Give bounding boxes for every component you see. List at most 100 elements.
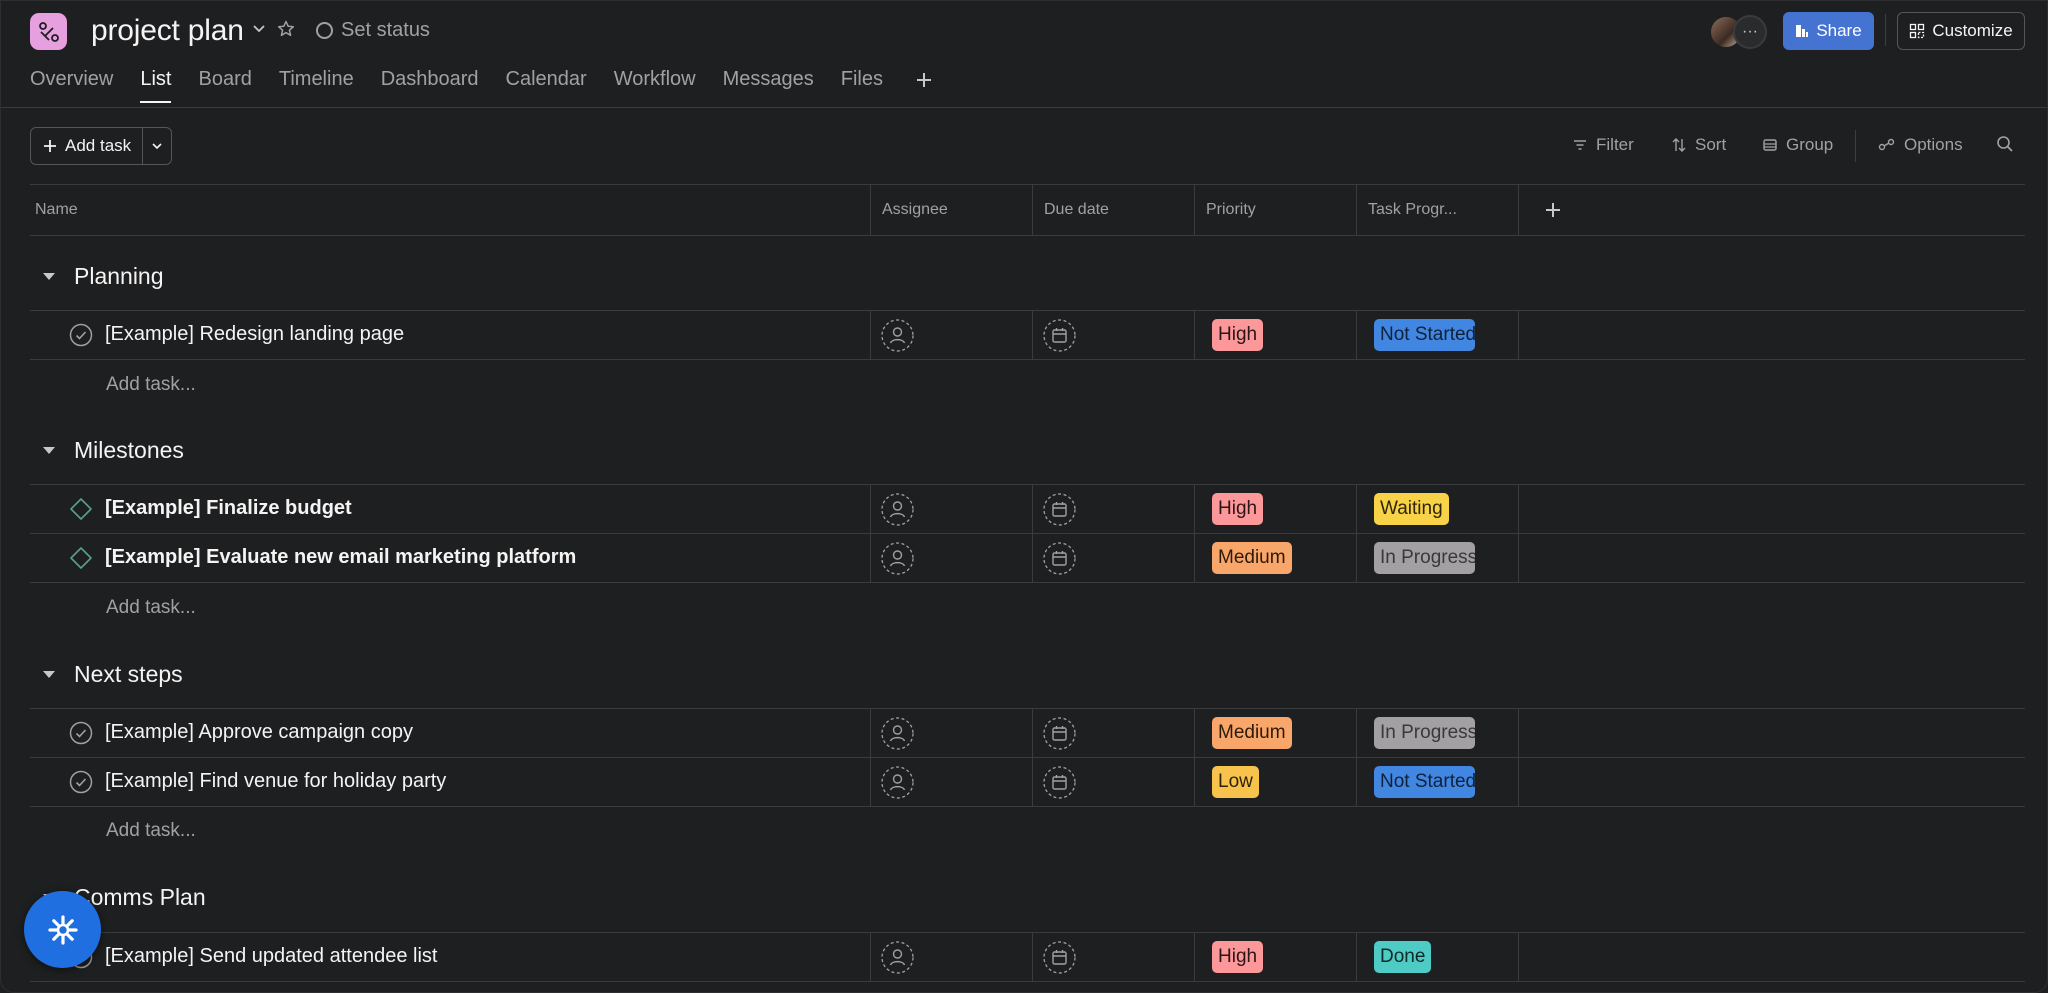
project-title[interactable]: project plan xyxy=(91,14,244,48)
cell-divider xyxy=(1194,485,1195,533)
section-title-planning[interactable]: Planning xyxy=(74,263,164,290)
tab-files[interactable]: Files xyxy=(841,68,883,103)
priority-badge[interactable]: Medium xyxy=(1212,542,1292,574)
progress-badge[interactable]: In Progress xyxy=(1374,542,1475,574)
calendar-icon[interactable] xyxy=(1043,542,1076,575)
add-column-icon[interactable] xyxy=(1542,199,1564,221)
tab-board[interactable]: Board xyxy=(198,68,251,103)
add-task-group: Add task xyxy=(30,127,173,165)
column-due-date[interactable]: Due date xyxy=(1032,185,1194,235)
priority-badge[interactable]: Medium xyxy=(1212,717,1292,749)
star-icon[interactable] xyxy=(276,19,296,39)
top-bar: project plan Set status ··· Share Custom… xyxy=(0,0,2048,62)
tab-overview[interactable]: Overview xyxy=(30,68,113,103)
members-avatars[interactable]: ··· xyxy=(1709,15,1769,49)
tab-timeline[interactable]: Timeline xyxy=(279,68,354,103)
group-label: Group xyxy=(1786,135,1834,154)
set-status-button[interactable]: Set status xyxy=(316,19,430,42)
add-task-dropdown[interactable] xyxy=(143,128,171,164)
column-priority[interactable]: Priority xyxy=(1194,185,1356,235)
column-name[interactable]: Name xyxy=(30,185,870,235)
add-tab-icon[interactable] xyxy=(914,70,934,90)
check-circle-icon[interactable] xyxy=(69,770,93,794)
customize-button[interactable]: Customize xyxy=(1897,12,2025,50)
assignee-icon[interactable] xyxy=(881,542,914,575)
assignee-icon[interactable] xyxy=(881,319,914,352)
filter-button[interactable]: Filter xyxy=(1572,135,1634,155)
milestone-diamond-icon[interactable] xyxy=(69,546,93,570)
assignee-icon[interactable] xyxy=(881,717,914,750)
table-row[interactable]: [Example] Approve campaign copy Medium I… xyxy=(30,708,2025,758)
table-row[interactable]: [Example] Find venue for holiday party L… xyxy=(30,757,2025,807)
tab-list[interactable]: List xyxy=(140,68,172,103)
share-button[interactable]: Share xyxy=(1783,12,1874,50)
add-task-inline[interactable]: Add task... xyxy=(106,374,196,396)
assignee-icon[interactable] xyxy=(881,766,914,799)
task-name[interactable]: [Example] Finalize budget xyxy=(105,497,352,520)
group-button[interactable]: Group xyxy=(1762,135,1833,155)
table-row[interactable]: [Example] Finalize budget High Waiting xyxy=(30,484,2025,534)
priority-badge[interactable]: Low xyxy=(1212,766,1259,798)
sort-button[interactable]: Sort xyxy=(1671,135,1726,155)
search-button[interactable] xyxy=(1996,135,2014,153)
caret-down-icon[interactable] xyxy=(40,441,58,459)
tab-calendar[interactable]: Calendar xyxy=(506,68,587,103)
filter-icon xyxy=(1574,140,1586,150)
progress-badge[interactable]: In Progress xyxy=(1374,717,1475,749)
cell-divider xyxy=(1356,311,1357,359)
assistant-button[interactable] xyxy=(24,891,101,968)
column-assignee[interactable]: Assignee xyxy=(870,185,1032,235)
cell-divider xyxy=(1032,933,1033,981)
column-task-progress[interactable]: Task Progr... xyxy=(1356,185,1518,235)
cell-divider xyxy=(870,709,871,757)
assignee-icon[interactable] xyxy=(881,493,914,526)
task-name[interactable]: [Example] Approve campaign copy xyxy=(105,721,413,744)
table-row[interactable]: [Example] Redesign landing page High Not… xyxy=(30,310,2025,360)
add-task-inline[interactable]: Add task... xyxy=(106,820,196,842)
project-icon[interactable] xyxy=(30,13,67,50)
task-name[interactable]: [Example] Send updated attendee list xyxy=(105,945,437,968)
progress-badge[interactable]: Not Started xyxy=(1374,319,1475,351)
task-name[interactable]: [Example] Evaluate new email marketing p… xyxy=(105,546,576,569)
calendar-icon[interactable] xyxy=(1043,493,1076,526)
section-title-milestones[interactable]: Milestones xyxy=(74,437,184,464)
cell-divider xyxy=(1356,758,1357,806)
calendar-icon[interactable] xyxy=(1043,717,1076,750)
progress-badge[interactable]: Done xyxy=(1374,941,1432,973)
progress-badge[interactable]: Not Started xyxy=(1374,766,1475,798)
task-name[interactable]: [Example] Redesign landing page xyxy=(105,323,404,346)
options-button[interactable]: Options xyxy=(1878,135,1963,155)
table-row[interactable]: [Example] Evaluate new email marketing p… xyxy=(30,533,2025,583)
calendar-icon[interactable] xyxy=(1043,319,1076,352)
caret-down-icon[interactable] xyxy=(40,665,58,683)
progress-badge[interactable]: Waiting xyxy=(1374,493,1449,525)
calendar-icon[interactable] xyxy=(1043,766,1076,799)
cell-divider xyxy=(1032,709,1033,757)
column-headers: Name Assignee Due date Priority Task Pro… xyxy=(30,184,2025,236)
tabs-divider xyxy=(0,107,2048,108)
more-members-icon[interactable]: ··· xyxy=(1733,15,1767,49)
milestone-diamond-icon[interactable] xyxy=(69,497,93,521)
add-task-inline[interactable]: Add task... xyxy=(106,597,196,619)
task-name[interactable]: [Example] Find venue for holiday party xyxy=(105,770,446,793)
chevron-down-icon xyxy=(152,143,162,150)
caret-down-icon[interactable] xyxy=(40,267,58,285)
tab-workflow[interactable]: Workflow xyxy=(614,68,696,103)
calendar-icon[interactable] xyxy=(1043,941,1076,974)
cell-divider xyxy=(1356,709,1357,757)
check-circle-icon[interactable] xyxy=(69,721,93,745)
check-circle-icon[interactable] xyxy=(69,323,93,347)
chevron-down-icon[interactable] xyxy=(250,20,268,38)
priority-badge[interactable]: High xyxy=(1212,941,1264,973)
add-task-button[interactable]: Add task xyxy=(31,128,144,164)
table-row[interactable]: [Example] Send updated attendee list Hig… xyxy=(30,932,2025,982)
assignee-icon[interactable] xyxy=(881,941,914,974)
tab-messages[interactable]: Messages xyxy=(723,68,814,103)
priority-badge[interactable]: High xyxy=(1212,319,1264,351)
cell-divider xyxy=(1356,534,1357,582)
section-title-next-steps[interactable]: Next steps xyxy=(74,661,183,688)
cell-divider xyxy=(1194,758,1195,806)
cell-divider xyxy=(1518,933,1519,981)
tab-dashboard[interactable]: Dashboard xyxy=(381,68,479,103)
priority-badge[interactable]: High xyxy=(1212,493,1264,525)
